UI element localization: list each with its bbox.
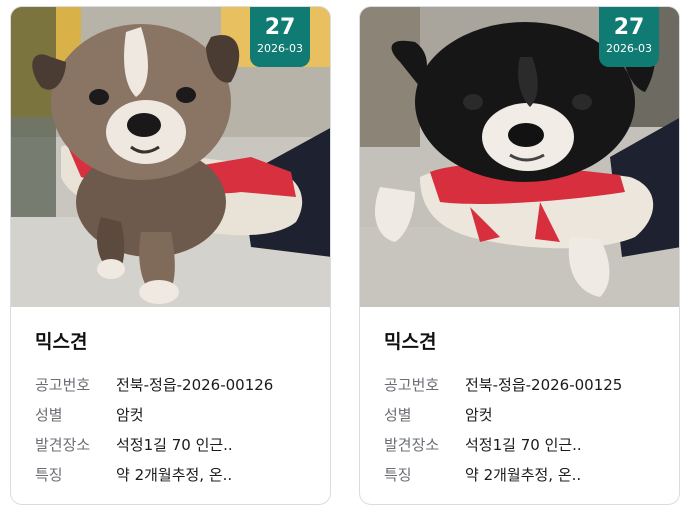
date-badge: 27 2026-03 (599, 7, 659, 67)
animal-card[interactable]: 27 2026-03 믹스견 공고번호 전북-정읍-2026-00126 성별 … (10, 6, 331, 505)
found-place-row: 발견장소 석정1길 70 인근.. (384, 429, 655, 459)
features-value: 약 2개월추정, 온.. (465, 465, 582, 484)
found-place-row: 발견장소 석정1길 70 인근.. (35, 429, 306, 459)
badge-day: 27 (264, 15, 296, 40)
sex-row: 성별 암컷 (384, 399, 655, 429)
animal-card[interactable]: 27 2026-03 믹스견 공고번호 전북-정읍-2026-00125 성별 … (359, 6, 680, 505)
puppy-photo[interactable]: 27 2026-03 (360, 7, 679, 307)
notice-number-value: 전북-정읍-2026-00125 (465, 375, 623, 394)
animal-card-list: 27 2026-03 믹스견 공고번호 전북-정읍-2026-00126 성별 … (0, 0, 695, 515)
features-label: 특징 (384, 465, 412, 484)
animal-info: 믹스견 공고번호 전북-정읍-2026-00126 성별 암컷 발견장소 석정1… (11, 307, 330, 489)
sex-label: 성별 (35, 405, 63, 424)
sex-row: 성별 암컷 (35, 399, 306, 429)
features-row: 특징 약 2개월추정, 온.. (384, 459, 655, 489)
notice-number-label: 공고번호 (35, 375, 91, 394)
badge-day: 27 (613, 15, 645, 40)
features-value: 약 2개월추정, 온.. (116, 465, 233, 484)
puppy-photo[interactable]: 27 2026-03 (11, 7, 330, 307)
badge-year-month: 2026-03 (257, 42, 303, 55)
sex-label: 성별 (384, 405, 412, 424)
found-place-value: 석정1길 70 인근.. (465, 435, 582, 454)
features-row: 특징 약 2개월추정, 온.. (35, 459, 306, 489)
sex-value: 암컷 (116, 405, 144, 424)
found-place-label: 발견장소 (35, 435, 91, 454)
breed-title: 믹스견 (384, 331, 437, 353)
notice-number-row: 공고번호 전북-정읍-2026-00125 (384, 369, 655, 399)
features-label: 특징 (35, 465, 63, 484)
breed-title: 믹스견 (35, 331, 88, 353)
notice-number-label: 공고번호 (384, 375, 440, 394)
notice-number-value: 전북-정읍-2026-00126 (116, 375, 274, 394)
sex-value: 암컷 (465, 405, 493, 424)
notice-number-row: 공고번호 전북-정읍-2026-00126 (35, 369, 306, 399)
animal-info: 믹스견 공고번호 전북-정읍-2026-00125 성별 암컷 발견장소 석정1… (360, 307, 679, 489)
found-place-label: 발견장소 (384, 435, 440, 454)
date-badge: 27 2026-03 (250, 7, 310, 67)
found-place-value: 석정1길 70 인근.. (116, 435, 233, 454)
badge-year-month: 2026-03 (606, 42, 652, 55)
